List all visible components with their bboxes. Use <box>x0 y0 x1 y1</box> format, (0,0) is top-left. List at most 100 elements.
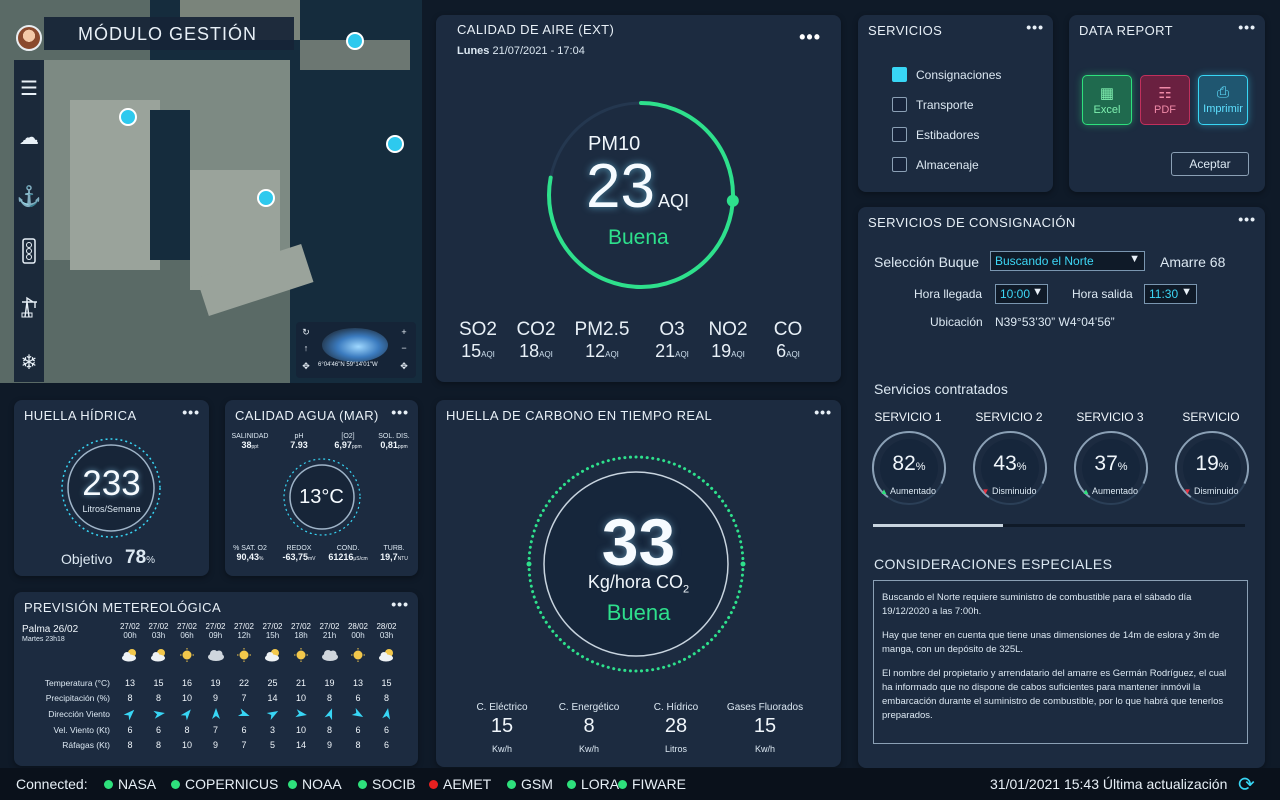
zoom-out-button[interactable]: − <box>398 342 410 354</box>
forecast-value: 9 <box>212 740 218 750</box>
accept-button[interactable]: Aceptar <box>1171 152 1249 176</box>
map-pin[interactable] <box>257 189 275 207</box>
forecast-value: 10 <box>295 693 306 703</box>
source-noaa: NOAA <box>288 776 342 792</box>
forecast-value: 25 <box>267 678 278 688</box>
port-map[interactable]: MÓDULO GESTIÓN ☰ ☁ ⚓ ❄ ↻ ↑ ✥ + − ✥ 6°04'… <box>0 0 422 383</box>
forecast-value: 8 <box>355 740 361 750</box>
checkbox[interactable] <box>892 127 907 142</box>
water-metric-label: pH <box>294 433 304 440</box>
move-icon[interactable]: ✥ <box>300 360 312 372</box>
service-gauge: 19% <box>1172 428 1252 508</box>
export-pdf-button[interactable]: ☶ PDF <box>1140 75 1190 125</box>
water-metric-value: 6,97 <box>334 440 352 450</box>
pollutant-co2: CO2 18AQI <box>506 319 566 362</box>
module-title: MÓDULO GESTIÓN <box>44 17 294 50</box>
map-pin[interactable] <box>119 108 137 126</box>
connected-label: Connected: <box>16 776 88 792</box>
water-quality-title: CALIDAD AGUA (MAR) <box>235 408 379 423</box>
forecast-value: 7 <box>212 725 218 735</box>
forecast-hour: 15h <box>265 631 280 640</box>
compass-icon[interactable]: ↑ <box>300 342 312 354</box>
goal-value: 78 <box>125 547 147 568</box>
more-options-icon[interactable]: ••• <box>1238 19 1256 35</box>
wind-direction-icon <box>173 708 201 722</box>
sun-icon <box>344 648 372 662</box>
forecast-value: 10 <box>295 725 306 735</box>
traffic-light-icon[interactable] <box>14 238 44 270</box>
special-notes: Buscando el Norte requiere suministro de… <box>873 580 1248 744</box>
pollutant-so2: SO2 15AQI <box>448 319 508 362</box>
more-options-icon[interactable]: ••• <box>391 404 409 420</box>
goal-label: Objetivo <box>61 551 113 567</box>
forecast-row-label: Precipitación (%) <box>45 693 110 703</box>
pollutant-unit: AQI <box>731 350 745 359</box>
anchor-icon[interactable]: ⚓ <box>14 184 44 209</box>
note-paragraph: Buscando el Norte requiere suministro de… <box>882 592 1192 617</box>
carbon-value: 33 <box>601 505 676 579</box>
carbon-stat-label: Gases Fluorados <box>726 702 804 713</box>
forecast-value: 9 <box>212 693 218 703</box>
pollutant-unit: AQI <box>539 350 553 359</box>
refresh-icon[interactable]: ⟳ <box>1238 772 1255 797</box>
carbon-stat-value: 15 <box>490 715 514 737</box>
ship-select[interactable]: Buscando el Norte ▼ <box>990 251 1145 271</box>
more-options-icon[interactable]: ••• <box>391 596 409 612</box>
more-options-icon[interactable]: ••• <box>182 404 200 420</box>
checkbox[interactable] <box>892 97 907 112</box>
forecast-value: 5 <box>269 740 275 750</box>
forecast-date: 27/02 <box>233 622 255 631</box>
water-metric-unit: ppm <box>351 444 362 450</box>
rotate-icon[interactable]: ↻ <box>300 326 312 338</box>
map-pin[interactable] <box>386 135 404 153</box>
horizontal-scrollbar[interactable] <box>873 524 1245 527</box>
forecast-hour: 03h <box>379 631 394 640</box>
checkbox[interactable] <box>892 67 907 82</box>
services-title: SERVICIOS <box>868 23 943 38</box>
print-button[interactable]: ⎙ Imprimir <box>1198 75 1248 125</box>
more-options-icon[interactable]: ••• <box>799 27 821 48</box>
menu-icon[interactable]: ☰ <box>14 76 44 101</box>
more-options-icon[interactable]: ••• <box>1238 211 1256 227</box>
service-percent: 19 <box>1195 452 1219 475</box>
pollutant-value: 12 <box>585 341 606 361</box>
air-status: Buena <box>608 226 669 249</box>
arrival-select[interactable]: 10:00 ▼ <box>995 284 1048 304</box>
scrollbar-thumb[interactable] <box>873 524 1004 527</box>
forecast-value: 8 <box>155 740 161 750</box>
water-metric-unit: μS/cm <box>353 556 368 562</box>
pollutant-pm25: PM2.5 12AQI <box>572 319 632 362</box>
export-excel-button[interactable]: ▦ Excel <box>1082 75 1132 125</box>
water-metric-value: 61216 <box>328 552 354 562</box>
pollutant-name: PM2.5 <box>574 319 630 340</box>
map-pin[interactable] <box>346 32 364 50</box>
forecast-column: 27/02 15h <box>259 622 287 662</box>
more-options-icon[interactable]: ••• <box>1026 19 1044 35</box>
consignment-title: SERVICIOS DE CONSIGNACIÓN <box>868 215 1076 230</box>
zoom-in-button[interactable]: + <box>398 326 410 338</box>
carbon-stat-value: 8 <box>583 715 595 737</box>
pan-icon[interactable]: ✥ <box>398 360 410 372</box>
avatar[interactable] <box>16 25 42 51</box>
water-metric: COND. 61216μS/cm <box>325 545 371 562</box>
water-metric: [O2] 6,97ppm <box>325 433 371 450</box>
source-lora: LORA <box>567 776 619 792</box>
data-report-card: DATA REPORT ••• ▦ Excel ☶ PDF ⎙ Imprimir Ac… <box>1069 15 1265 192</box>
weather-icon[interactable]: ☁ <box>14 125 44 150</box>
forecast-value: 16 <box>181 678 192 688</box>
forecast-hour: 06h <box>180 631 194 640</box>
water-metric-value: 0,81 <box>380 440 398 450</box>
more-options-icon[interactable]: ••• <box>814 404 832 420</box>
forecast-value: 8 <box>184 725 190 735</box>
helm-icon[interactable]: ❄ <box>14 350 44 375</box>
water-metric: % SAT. O2 90,43% <box>227 545 273 562</box>
checkbox[interactable] <box>892 157 907 172</box>
crane-icon[interactable] <box>14 296 44 324</box>
water-quality-card: CALIDAD AGUA (MAR) ••• 13°C SALINIDAD 38p… <box>225 400 418 576</box>
forecast-value: 21 <box>295 678 306 688</box>
arrow-up-icon: ▲ <box>880 487 888 496</box>
departure-select[interactable]: 11:30 ▼ <box>1144 284 1197 304</box>
chevron-down-icon: ▼ <box>1181 286 1192 298</box>
chevron-down-icon: ▼ <box>1129 253 1140 265</box>
water-metric-label: SALINIDAD <box>231 433 269 440</box>
